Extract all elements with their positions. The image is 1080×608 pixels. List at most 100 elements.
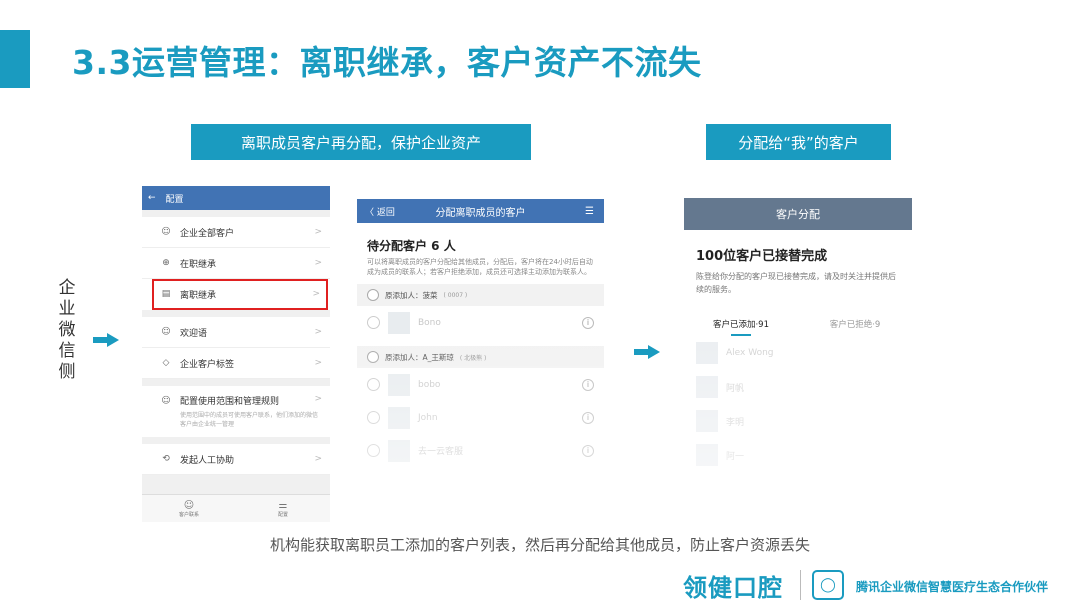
pending-description: 可以将离职成员的客户分配给其他成员，分配后，客户将在24小时后自动成为成员的联系… bbox=[367, 258, 593, 276]
menu-item-label: 在职继承 bbox=[180, 259, 217, 270]
menu-item-resigned-inherit[interactable]: ▤ 离职继承 > bbox=[152, 279, 328, 310]
vertical-label: 企 业 微 信 侧 bbox=[56, 278, 78, 383]
customer-name: 去一云客服 bbox=[418, 447, 464, 457]
customer-name: 阿一 bbox=[726, 451, 745, 462]
customer-icon: ☺ bbox=[161, 227, 171, 237]
customer-row[interactable]: 阿帆 bbox=[684, 370, 912, 404]
config-group: ⟲ 发起人工协助 > bbox=[142, 444, 330, 475]
vertical-label-char: 侧 bbox=[58, 362, 76, 382]
owner-label: 原添加人：菠菜 bbox=[385, 290, 438, 300]
customer-row[interactable]: 李明 bbox=[684, 404, 912, 438]
select-circle-icon[interactable] bbox=[367, 378, 380, 391]
bottom-tab-bar: ☺ 客户联系 ⚌ 配置 bbox=[142, 494, 330, 522]
info-icon[interactable]: i bbox=[582, 411, 594, 424]
tab-rejected[interactable]: 客户已拒绝·9 bbox=[798, 318, 912, 336]
right-arrow-icon bbox=[634, 345, 660, 359]
avatar bbox=[388, 373, 410, 396]
customer-row[interactable]: 阿一 bbox=[684, 438, 912, 472]
customer-name: bobo bbox=[418, 379, 441, 390]
avatar bbox=[696, 444, 718, 466]
owner-group-header[interactable]: 原添加人：菠菜 ( 0007 ) bbox=[357, 284, 604, 306]
config-group: ☺ 企业全部客户 > ⊕ 在职继承 > ▤ 离职继承 > bbox=[142, 217, 330, 310]
menu-item-all-customers[interactable]: ☺ 企业全部客户 > bbox=[142, 217, 330, 248]
chevron-right-icon: > bbox=[314, 327, 322, 337]
pending-heading: 待分配客户 6 人 bbox=[367, 239, 456, 253]
select-circle-icon[interactable] bbox=[367, 289, 379, 301]
vertical-label-char: 业 bbox=[58, 299, 76, 319]
back-arrow-icon[interactable]: ← bbox=[148, 193, 156, 203]
title-accent-bar bbox=[0, 30, 30, 88]
chevron-right-icon: > bbox=[312, 289, 320, 299]
menu-icon[interactable]: ☰ bbox=[585, 206, 594, 217]
brand-name: 领健口腔 bbox=[683, 574, 783, 602]
owner-label: 原添加人：A_王斯琼 bbox=[385, 352, 454, 362]
assist-icon: ⟲ bbox=[162, 454, 170, 464]
info-icon[interactable]: i bbox=[582, 444, 594, 457]
chevron-right-icon: > bbox=[314, 227, 322, 237]
slide: 3.3运营管理：离职继承，客户资产不流失 离职成员客户再分配，保护企业资产 分配… bbox=[0, 0, 1080, 608]
back-button[interactable]: 〈 返回 bbox=[365, 205, 395, 218]
menu-item-scope-rules[interactable]: ☺ 配置使用范围和管理规则 使用范围中的成员可使用客户联系，他们添加的微信客户由… bbox=[142, 386, 330, 437]
caption-left-box: 离职成员客户再分配，保护企业资产 bbox=[191, 124, 531, 160]
owner-group-header[interactable]: 原添加人：A_王斯琼 ( 北极熊 ) bbox=[357, 346, 604, 368]
assigned-tabs: 客户已添加·91 客户已拒绝·9 bbox=[684, 318, 912, 336]
customer-name: John bbox=[418, 412, 438, 423]
customer-row[interactable]: Alex Wong bbox=[684, 336, 912, 370]
customer-name: 阿帆 bbox=[726, 383, 745, 394]
right-arrow-icon bbox=[93, 333, 119, 347]
menu-item-manual-assist[interactable]: ⟲ 发起人工协助 > bbox=[142, 444, 330, 475]
menu-item-label: 企业全部客户 bbox=[180, 228, 235, 239]
menu-item-active-inherit[interactable]: ⊕ 在职继承 > bbox=[142, 248, 330, 279]
reassign-header: 〈 返回 分配离职成员的客户 ☰ bbox=[357, 199, 604, 223]
config-group: ☺ 欢迎语 > ◇ 企业客户标签 > bbox=[142, 317, 330, 379]
bottom-caption: 机构能获取离职员工添加的客户列表，然后再分配给其他成员，防止客户资源丢失 bbox=[269, 536, 810, 554]
avatar bbox=[388, 406, 410, 429]
chevron-right-icon: > bbox=[314, 394, 322, 404]
customer-name: 李明 bbox=[726, 417, 745, 428]
tab-customer-contact[interactable]: ☺ 客户联系 bbox=[142, 495, 236, 522]
avatar bbox=[696, 376, 718, 398]
vertical-label-char: 微 bbox=[58, 320, 76, 340]
menu-item-label: 配置使用范围和管理规则 bbox=[180, 397, 280, 407]
brand-divider bbox=[800, 570, 801, 600]
menu-item-label: 离职继承 bbox=[180, 290, 217, 301]
config-header: ← 配置 bbox=[142, 186, 330, 210]
reassign-header-title: 分配离职成员的客户 bbox=[435, 207, 526, 219]
settings-sliders-icon: ⚌ bbox=[278, 499, 288, 511]
assigned-description: 陈登给你分配的客户现已接替完成，请及时关注并提供后续的服务。 bbox=[696, 272, 896, 294]
page-title: 3.3运营管理：离职继承，客户资产不流失 bbox=[72, 43, 702, 82]
customer-row[interactable]: John i bbox=[357, 401, 604, 434]
customer-row[interactable]: 去一云客服 i bbox=[357, 434, 604, 467]
customer-name: Alex Wong bbox=[726, 348, 774, 358]
chevron-right-icon: > bbox=[314, 454, 322, 464]
vertical-label-char: 信 bbox=[58, 341, 76, 361]
menu-item-label: 企业客户标签 bbox=[180, 359, 235, 370]
transfer-icon: ⊕ bbox=[162, 258, 170, 268]
info-icon[interactable]: i bbox=[582, 316, 594, 329]
phone-assigned-screen: 客户分配 100位客户已接替完成 陈登给你分配的客户现已接替完成，请及时关注并提… bbox=[684, 198, 912, 486]
assigned-heading: 100位客户已接替完成 bbox=[696, 249, 828, 264]
select-circle-icon[interactable] bbox=[367, 351, 379, 363]
select-circle-icon[interactable] bbox=[367, 316, 380, 329]
info-icon[interactable]: i bbox=[582, 378, 594, 391]
tab-added[interactable]: 客户已添加·91 bbox=[684, 318, 798, 336]
customer-icon: ☺ bbox=[161, 395, 171, 406]
menu-item-customer-tags[interactable]: ◇ 企业客户标签 > bbox=[142, 348, 330, 379]
chat-bubble-logo-icon: ◯ bbox=[812, 570, 844, 600]
config-header-title: 配置 bbox=[165, 194, 184, 205]
tab-label: 客户联系 bbox=[178, 511, 199, 518]
customer-row[interactable]: bobo i bbox=[357, 368, 604, 401]
tag-icon: ◇ bbox=[162, 358, 170, 368]
phone-reassign-screen: 〈 返回 分配离职成员的客户 ☰ 待分配客户 6 人 可以将离职成员的客户分配给… bbox=[357, 199, 604, 484]
avatar bbox=[388, 311, 410, 334]
select-circle-icon[interactable] bbox=[367, 411, 380, 424]
caption-right-box: 分配给“我”的客户 bbox=[706, 124, 891, 160]
tab-config[interactable]: ⚌ 配置 bbox=[236, 495, 330, 522]
list-icon: ▤ bbox=[161, 289, 171, 299]
select-circle-icon[interactable] bbox=[367, 444, 380, 457]
phone-config-screen: ← 配置 ☺ 企业全部客户 > ⊕ 在职继承 > ▤ 离职继承 > ☺ 欢迎语 … bbox=[142, 186, 330, 522]
owner-code: ( 0007 ) bbox=[443, 291, 468, 299]
welcome-icon: ☺ bbox=[161, 327, 171, 337]
menu-item-welcome[interactable]: ☺ 欢迎语 > bbox=[142, 317, 330, 348]
customer-row[interactable]: Bono i bbox=[357, 306, 604, 339]
